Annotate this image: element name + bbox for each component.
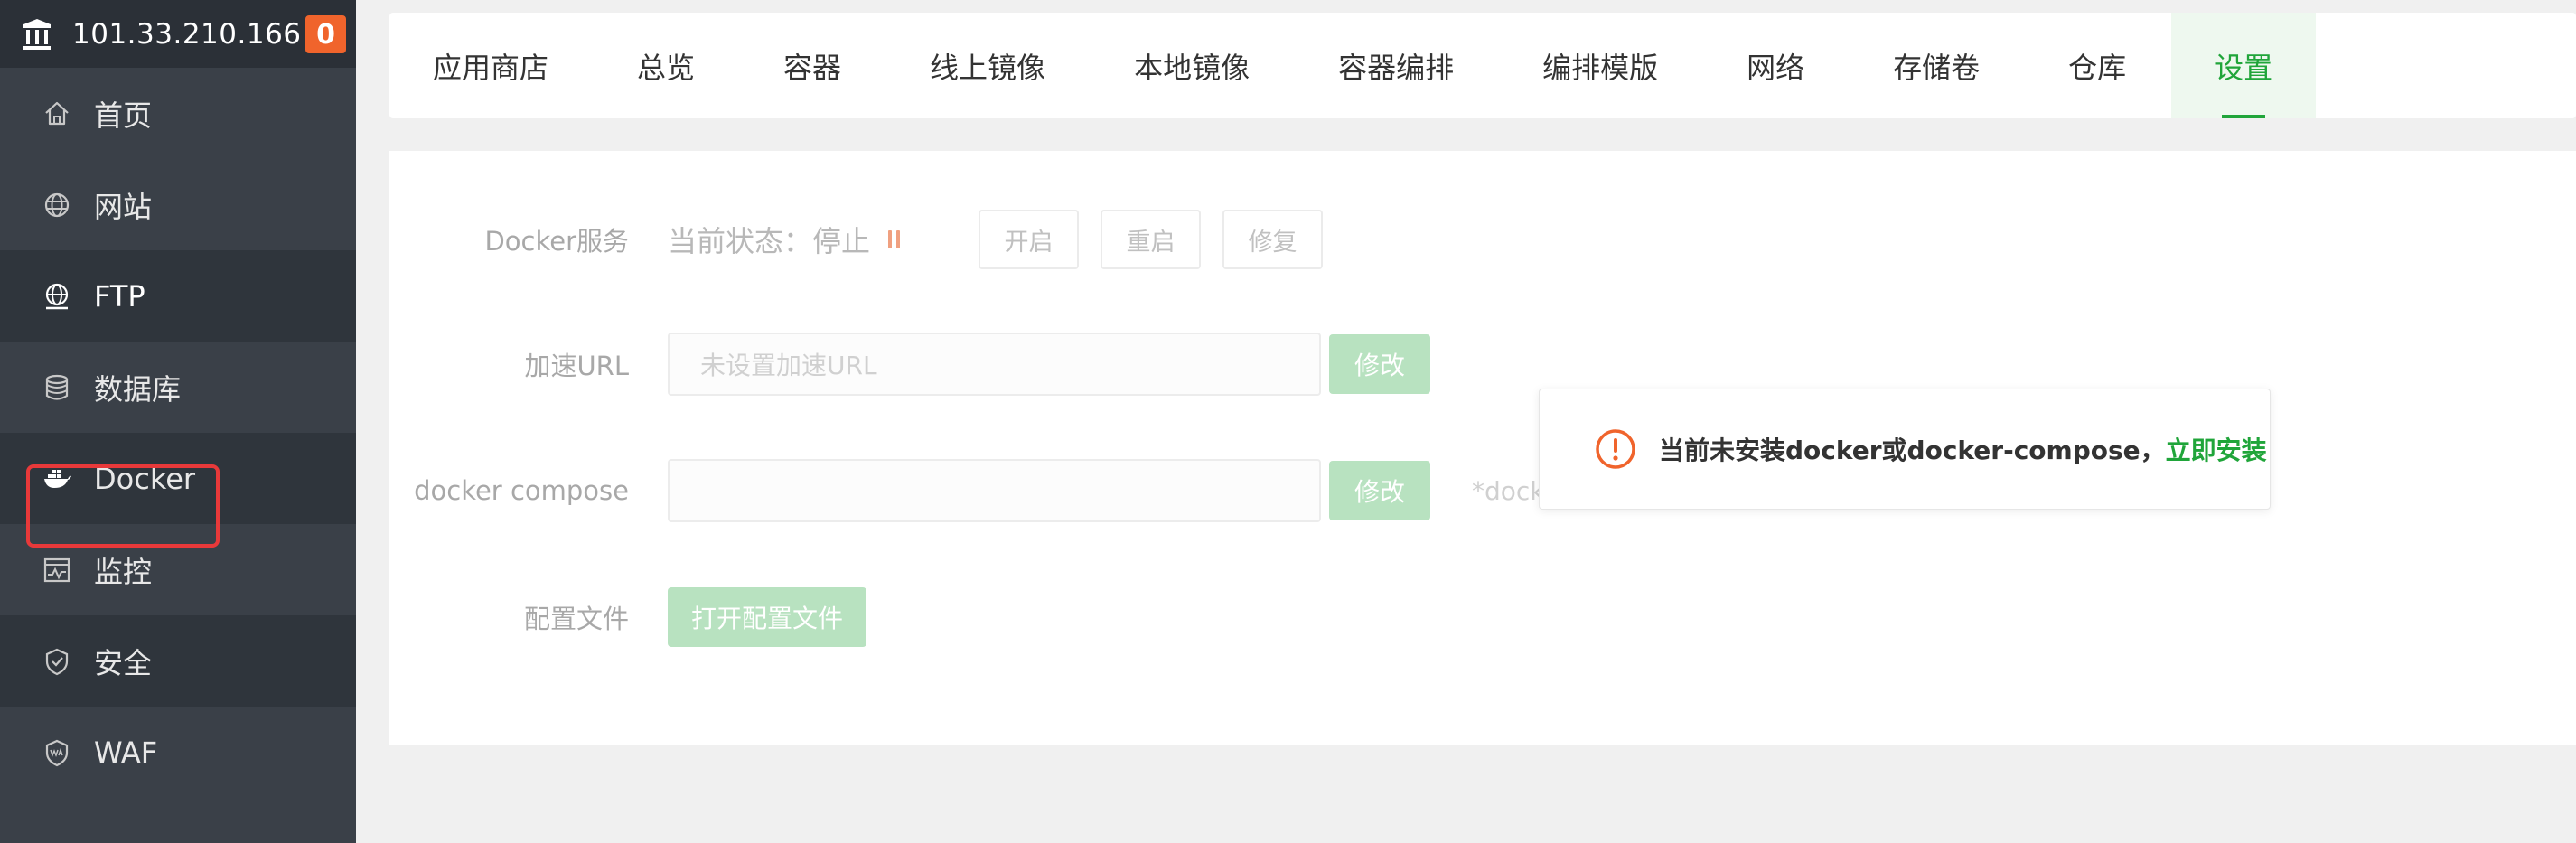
sidebar-item-label: WAF: [94, 735, 158, 770]
tab-volumes[interactable]: 存储卷: [1893, 13, 1980, 118]
config-file-label: 配置文件: [523, 604, 629, 634]
warning-circle-icon: [1596, 429, 1635, 469]
mirror-url-modify-button[interactable]: 修改: [1329, 334, 1430, 394]
sidebar-nav: 首页 网站 FTP 数据库 Docker 监控 安全 WAF: [0, 68, 356, 798]
tab-overview[interactable]: 总览: [637, 13, 695, 118]
tab-registry[interactable]: 仓库: [2068, 13, 2126, 118]
docker-tabbar: 应用商店 总览 容器 线上镜像 本地镜像 容器编排 编排模版 网络 存储卷 仓库…: [389, 13, 2576, 118]
mirror-url-input[interactable]: 未设置加速URL: [668, 333, 1321, 396]
docker-compose-modify-button[interactable]: 修改: [1329, 461, 1430, 520]
tab-container-compose[interactable]: 容器编排: [1338, 13, 1454, 118]
sidebar-item-website[interactable]: 网站: [0, 159, 356, 250]
sidebar-header: 101.33.210.166 0: [0, 0, 356, 68]
sidebar-item-ftp[interactable]: FTP: [0, 250, 356, 342]
tab-app-store[interactable]: 应用商店: [433, 13, 548, 118]
tab-settings[interactable]: 设置: [2171, 13, 2317, 118]
install-now-link[interactable]: 立即安装: [2166, 431, 2267, 467]
sidebar-item-label: 首页: [94, 98, 153, 133]
sidebar-item-label: FTP: [94, 278, 145, 314]
tab-online-images[interactable]: 线上镜像: [930, 13, 1045, 118]
docker-service-label: Docker服务: [484, 226, 629, 257]
docker-compose-input[interactable]: [668, 459, 1321, 522]
sidebar-item-label: 监控: [94, 554, 153, 589]
home-icon: [42, 98, 72, 129]
tab-local-images[interactable]: 本地镜像: [1134, 13, 1250, 118]
shield-icon: [42, 646, 72, 677]
sidebar-item-home[interactable]: 首页: [0, 68, 356, 159]
sidebar-item-label: 网站: [94, 189, 153, 224]
sidebar-item-docker[interactable]: Docker: [0, 433, 356, 524]
database-icon: [42, 372, 72, 403]
sidebar-item-label: Docker: [94, 461, 196, 496]
start-button[interactable]: 开启: [979, 210, 1080, 269]
open-config-file-button[interactable]: 打开配置文件: [668, 587, 866, 647]
sidebar-item-label: 安全: [94, 645, 153, 680]
docker-not-installed-notice: 当前未安装docker或docker-compose， 立即安装: [1539, 389, 2271, 510]
alert-count-badge[interactable]: 0: [305, 15, 346, 53]
ftp-icon: [42, 281, 72, 312]
tab-containers[interactable]: 容器: [783, 13, 841, 118]
repair-button[interactable]: 修复: [1222, 210, 1324, 269]
docker-service-row: Docker服务 当前状态：停止 开启 重启 修复: [389, 210, 1324, 269]
docker-compose-hint: *dock: [1472, 475, 1545, 506]
docker-status-text: 当前状态：停止: [668, 224, 871, 258]
sidebar-item-security[interactable]: 安全: [0, 615, 356, 707]
docker-compose-label: docker compose: [414, 475, 629, 506]
pause-icon: [888, 230, 901, 248]
tab-compose-templates[interactable]: 编排模版: [1542, 13, 1658, 118]
sidebar-item-monitor[interactable]: 监控: [0, 524, 356, 615]
sidebar-item-waf[interactable]: WAF: [0, 707, 356, 798]
docker-compose-row: docker compose 修改 *dock: [389, 459, 1545, 522]
config-file-row: 配置文件 打开配置文件: [389, 587, 866, 647]
restart-button[interactable]: 重启: [1101, 210, 1202, 269]
sidebar: 101.33.210.166 0 首页 网站 FTP 数据库 Docker 监控…: [0, 0, 356, 843]
sidebar-item-label: 数据库: [94, 371, 182, 407]
notice-message: 当前未安装docker或docker-compose，: [1659, 436, 2166, 465]
bt-panel-logo-icon: [23, 18, 51, 50]
sidebar-item-database[interactable]: 数据库: [0, 342, 356, 433]
mirror-url-row: 加速URL 未设置加速URL 修改: [389, 333, 1430, 396]
waf-icon: [42, 737, 72, 768]
tab-network[interactable]: 网络: [1747, 13, 1804, 118]
globe-icon: [42, 190, 72, 220]
monitor-icon: [42, 555, 72, 585]
docker-icon: [42, 464, 72, 494]
mirror-url-label: 加速URL: [524, 351, 629, 381]
server-ip[interactable]: 101.33.210.166: [72, 18, 302, 51]
